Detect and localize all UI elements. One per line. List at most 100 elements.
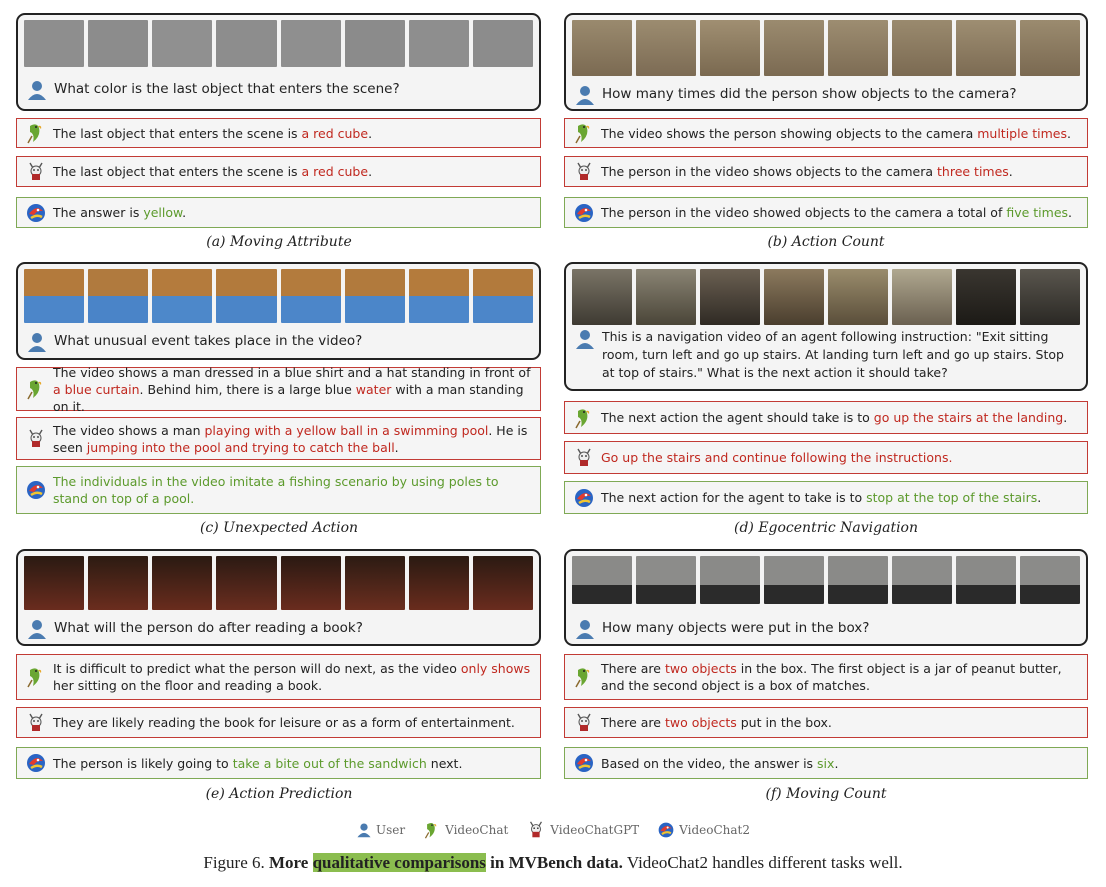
videochat2-icon	[573, 487, 595, 509]
video-frame	[1020, 556, 1080, 604]
videochatgpt-answer: The last object that enters the scene is…	[16, 156, 541, 187]
video-frame	[892, 20, 952, 76]
videochat2-answer: The individuals in the video imitate a f…	[16, 466, 541, 514]
video-frame	[828, 269, 888, 325]
legend-label: VideoChat2	[679, 823, 750, 837]
videochat2-answer: Based on the video, the answer is six.	[564, 747, 1088, 779]
question-text: What color is the last object that enter…	[54, 81, 400, 97]
video-frames	[572, 269, 1080, 325]
video-frame	[956, 556, 1016, 604]
videochatgpt-answer: Go up the stairs and continue following …	[564, 441, 1088, 474]
figure-caption: Figure 6. More qualitative comparisons i…	[0, 853, 1106, 873]
figure-label: Figure 6.	[203, 853, 265, 872]
question-box: How many objects were put in the box?	[564, 549, 1088, 646]
video-frames	[24, 556, 533, 610]
parrot-icon	[573, 122, 595, 144]
video-frame	[408, 556, 469, 610]
videochat-answer: The next action the agent should take is…	[564, 401, 1088, 434]
question-box: What color is the last object that enter…	[16, 13, 541, 111]
legend-label: User	[376, 823, 406, 837]
video-frame	[828, 20, 888, 76]
question-text: What unusual event takes place in the vi…	[54, 333, 363, 349]
video-frame	[700, 269, 760, 325]
video-frame	[88, 556, 149, 610]
video-frame	[344, 269, 405, 323]
legend-item-user: User	[356, 822, 405, 838]
answer-text: The individuals in the video imitate a f…	[53, 474, 499, 506]
goat-icon	[25, 712, 47, 734]
user-icon	[574, 328, 596, 350]
videochatgpt-answer: They are likely reading the book for lei…	[16, 707, 541, 738]
video-frame	[24, 556, 85, 610]
goat-icon	[25, 428, 47, 450]
video-frame	[216, 20, 277, 67]
video-frame	[280, 556, 341, 610]
video-frame	[892, 556, 952, 604]
videochat-answer: The video shows a man dressed in a blue …	[16, 365, 541, 414]
videochat-answer: The video shows the person showing objec…	[564, 118, 1088, 148]
subfigure-caption: (d) Egocentric Navigation	[733, 520, 919, 536]
videochat-answer: There are two objects in the box. The fi…	[564, 654, 1088, 700]
user-icon	[356, 822, 372, 838]
question-text: How many times did the person show objec…	[602, 86, 1017, 102]
video-frame	[472, 556, 533, 610]
answer-text: The last object that enters the scene is…	[53, 125, 373, 141]
subfigure-caption: (f) Moving Count	[765, 786, 887, 802]
video-frame	[344, 20, 405, 67]
video-frame	[636, 556, 696, 604]
video-frame	[408, 20, 469, 67]
question-text: What will the person do after reading a …	[54, 620, 363, 636]
video-frame	[700, 20, 760, 76]
videochat2-answer: The answer is yellow.	[16, 197, 541, 228]
video-frame	[152, 20, 213, 67]
video-frame	[956, 269, 1016, 325]
parrot-icon	[25, 666, 47, 688]
answer-text: The video shows a man playing with a yel…	[53, 422, 528, 455]
video-frames	[572, 20, 1080, 76]
videochat-answer: It is difficult to predict what the pers…	[16, 654, 541, 700]
video-frame	[408, 269, 469, 323]
videochat2-answer: The person is likely going to take a bit…	[16, 747, 541, 779]
caption-bold-post: in MVBench data.	[485, 853, 623, 872]
goat-icon	[25, 161, 47, 183]
subfigure-caption: (b) Action Count	[767, 234, 885, 250]
user-icon	[26, 79, 48, 101]
videochatgpt-answer: The person in the video shows objects to…	[564, 156, 1088, 187]
caption-bold-pre: More	[269, 853, 313, 872]
legend-item-videochat: VideoChat	[423, 821, 508, 839]
answer-text: The person in the video shows objects to…	[601, 164, 1013, 179]
question-box: How many times did the person show objec…	[564, 13, 1088, 111]
video-frame	[956, 20, 1016, 76]
video-frame	[88, 20, 149, 67]
question-text: How many objects were put in the box?	[602, 620, 870, 636]
parrot-icon	[25, 122, 47, 144]
video-frame	[280, 269, 341, 323]
goat-icon	[573, 447, 595, 469]
caption-rest: VideoChat2 handles different tasks well.	[622, 853, 903, 872]
parrot-icon	[423, 821, 441, 839]
videochat2-icon	[657, 821, 675, 839]
answer-text: The answer is yellow.	[53, 205, 187, 220]
answer-text: The last object that enters the scene is…	[53, 164, 373, 179]
parrot-icon	[25, 378, 47, 400]
videochatgpt-answer: The video shows a man playing with a yel…	[16, 417, 541, 460]
video-frame	[764, 269, 824, 325]
video-frame	[24, 269, 85, 323]
answer-text: It is difficult to predict what the pers…	[53, 661, 531, 693]
answer-text: The person in the video showed objects t…	[601, 205, 1073, 220]
user-icon	[574, 618, 596, 640]
videochat2-answer: The next action for the agent to take is…	[564, 481, 1088, 514]
question-row: This is a navigation video of an agent f…	[574, 328, 1078, 382]
legend: User VideoChat VideoChatGPT VideoChat2	[0, 820, 1106, 840]
video-frame	[636, 20, 696, 76]
answer-text: They are likely reading the book for lei…	[53, 715, 515, 730]
videochat2-icon	[25, 202, 47, 224]
subfigure-caption: (a) Moving Attribute	[206, 234, 352, 250]
goat-icon	[526, 820, 546, 840]
legend-label: VideoChatGPT	[550, 823, 640, 837]
video-frame	[828, 556, 888, 604]
answer-text: The person is likely going to take a bit…	[53, 755, 463, 771]
answer-text: There are two objects in the box. The fi…	[601, 661, 1062, 693]
subfigure-caption: (e) Action Prediction	[205, 786, 353, 802]
video-frames	[24, 269, 533, 323]
